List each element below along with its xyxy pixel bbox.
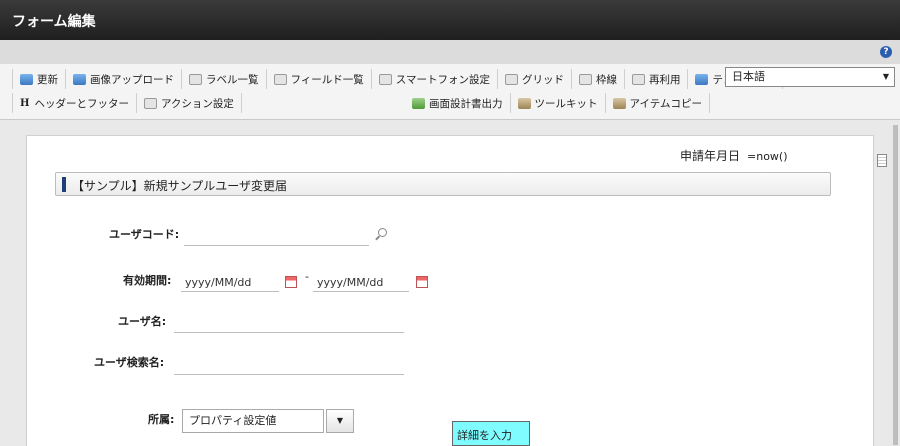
chevron-down-icon[interactable]: ▼	[326, 409, 354, 433]
grid-icon	[504, 73, 518, 85]
help-bar: ?	[0, 40, 900, 64]
window-title: フォーム編集	[12, 14, 96, 30]
update-button[interactable]: 更新	[12, 69, 66, 89]
affiliation-label: 所属:	[148, 413, 175, 426]
item-copy-button[interactable]: アイテムコピー	[606, 93, 710, 113]
action-icon	[143, 97, 157, 109]
detail-input-label: 詳細を入力	[457, 429, 512, 442]
design-doc-output-label: 画面設計書出力	[429, 97, 503, 110]
affiliation-select[interactable]: プロパティ設定値	[182, 409, 324, 433]
update-label: 更新	[37, 73, 58, 86]
copy-icon	[612, 97, 626, 109]
detail-input-button[interactable]: 詳細を入力	[452, 421, 530, 446]
template-icon	[695, 73, 709, 85]
border-button[interactable]: 枠線	[572, 69, 625, 89]
toolbar-row-2-right: 画面設計書出力 ツールキット アイテムコピー	[405, 92, 710, 114]
reuse-icon	[631, 73, 645, 85]
user-code-label: ユーザコード:	[109, 228, 180, 241]
section-header[interactable]: 【サンプル】新規サンプルユーザ変更届	[55, 172, 831, 196]
header-accent	[62, 177, 66, 192]
image-upload-button[interactable]: 画像アップロード	[66, 69, 182, 89]
header-footer-label: ヘッダーとフッター	[34, 97, 129, 110]
label-list-label: ラベル一覧	[206, 73, 259, 86]
toolbar-row-1: 更新 画像アップロード ラベル一覧 フィールド一覧 スマートフォン設定 グリッド…	[12, 68, 784, 90]
calendar-icon[interactable]	[285, 276, 297, 288]
smartphone-settings-label: スマートフォン設定	[395, 73, 490, 86]
user-search-label: ユーザ検索名:	[94, 356, 165, 369]
update-icon	[20, 73, 33, 85]
user-search-input[interactable]	[174, 354, 404, 375]
smartphone-icon	[378, 73, 392, 85]
image-upload-label: 画像アップロード	[90, 73, 174, 86]
item-copy-label: アイテムコピー	[629, 97, 702, 110]
calendar-icon[interactable]	[416, 276, 428, 288]
search-icon[interactable]	[378, 228, 387, 237]
toolkit-button[interactable]: ツールキット	[511, 93, 606, 113]
form-canvas[interactable]: 申請年月日 =now() 【サンプル】新規サンプルユーザ変更届 ユーザコード: …	[26, 135, 887, 446]
field-list-label: フィールド一覧	[290, 73, 364, 86]
apply-date-value: =now()	[747, 150, 788, 163]
language-value: 日本語	[732, 70, 765, 83]
label-list-icon	[189, 73, 202, 85]
date-separator: -	[305, 270, 309, 283]
border-label: 枠線	[595, 73, 617, 86]
page-icon[interactable]	[877, 154, 887, 167]
field-list-button[interactable]: フィールド一覧	[267, 69, 372, 89]
grid-button[interactable]: グリッド	[498, 69, 572, 89]
border-icon	[578, 73, 592, 85]
language-select[interactable]: 日本語 ▼	[725, 67, 895, 87]
field-list-icon	[273, 73, 287, 85]
valid-period-label: 有効期間:	[123, 274, 172, 287]
document-icon	[412, 97, 425, 109]
design-doc-output-button[interactable]: 画面設計書出力	[405, 93, 511, 113]
date-from-placeholder: yyyy/MM/dd	[185, 276, 252, 289]
affiliation-value: プロパティ設定値	[189, 414, 277, 427]
grid-label: グリッド	[521, 73, 564, 86]
chevron-down-icon: ▼	[882, 72, 889, 81]
action-settings-label: アクション設定	[160, 97, 234, 110]
header-icon: H	[20, 97, 30, 109]
apply-date-label: 申請年月日	[680, 149, 741, 163]
section-title: 【サンプル】新規サンプルユーザ変更届	[72, 179, 288, 193]
header-footer-button[interactable]: H ヘッダーとフッター	[12, 93, 137, 113]
date-from-input[interactable]: yyyy/MM/dd	[181, 271, 279, 292]
user-code-input[interactable]	[184, 225, 369, 246]
toolbar-row-2-left: H ヘッダーとフッター アクション設定	[12, 92, 242, 114]
reuse-label: 再利用	[648, 73, 681, 86]
reuse-button[interactable]: 再利用	[625, 69, 689, 89]
toolkit-label: ツールキット	[534, 97, 598, 110]
date-to-input[interactable]: yyyy/MM/dd	[313, 271, 409, 292]
date-to-placeholder: yyyy/MM/dd	[317, 276, 384, 289]
window-titlebar: フォーム編集	[0, 0, 900, 40]
label-list-button[interactable]: ラベル一覧	[182, 69, 267, 89]
user-name-input[interactable]	[174, 312, 404, 333]
smartphone-settings-button[interactable]: スマートフォン設定	[372, 69, 498, 89]
help-icon[interactable]: ?	[880, 46, 892, 58]
image-upload-icon	[73, 73, 86, 85]
action-settings-button[interactable]: アクション設定	[137, 93, 242, 113]
vertical-scrollbar[interactable]	[893, 125, 898, 445]
user-name-label: ユーザ名:	[118, 315, 167, 328]
toolkit-icon	[517, 97, 531, 109]
editor-toolbar: 更新 画像アップロード ラベル一覧 フィールド一覧 スマートフォン設定 グリッド…	[0, 64, 900, 120]
